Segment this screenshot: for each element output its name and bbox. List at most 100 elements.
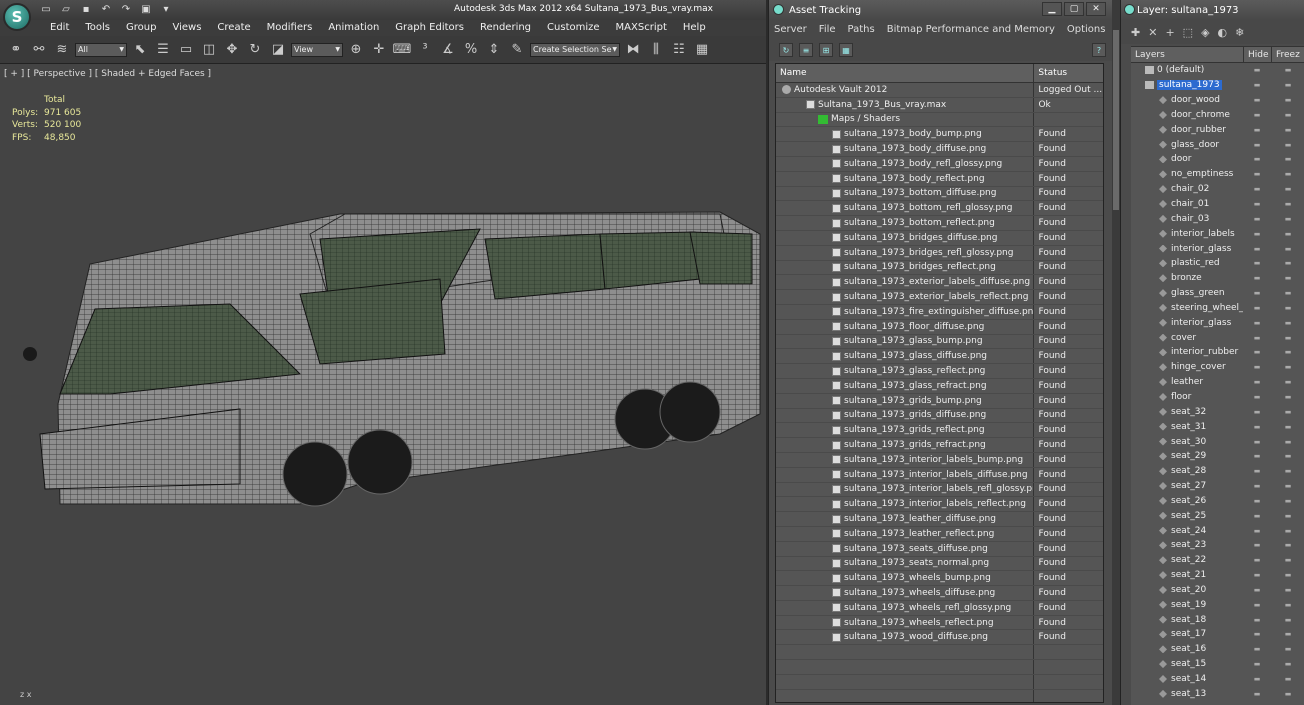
object-row[interactable]: interior_rubber ▬ ▬ — [1131, 345, 1304, 360]
asset-row[interactable]: sultana_1973_grids_bump.png Found — [776, 393, 1103, 409]
freeze-toggle[interactable]: ▬ — [1271, 286, 1304, 301]
object-row[interactable]: seat_29 ▬ ▬ — [1131, 449, 1304, 464]
freeze-toggle[interactable]: ▬ — [1271, 256, 1304, 271]
menu-options[interactable]: Options — [1067, 24, 1106, 35]
pivot-center-icon[interactable]: ⊕ — [346, 40, 366, 60]
hide-toggle[interactable]: ▬ — [1243, 434, 1271, 449]
window-crossing-icon[interactable]: ◫ — [199, 40, 219, 60]
hide-toggle[interactable]: ▬ — [1243, 642, 1271, 657]
asset-row[interactable] — [776, 660, 1103, 675]
freeze-toggle[interactable]: ▬ — [1271, 122, 1304, 137]
redo-icon[interactable]: ↷ — [118, 2, 134, 17]
freeze-toggle[interactable]: ▬ — [1271, 657, 1304, 672]
asset-row[interactable] — [776, 645, 1103, 661]
freeze-toggle[interactable]: ▬ — [1271, 419, 1304, 434]
menu-edit[interactable]: Edit — [42, 20, 77, 36]
object-row[interactable]: seat_20 ▬ ▬ — [1131, 583, 1304, 598]
asset-row[interactable] — [776, 674, 1103, 690]
freeze-toggle[interactable]: ▬ — [1271, 301, 1304, 316]
asset-row[interactable]: sultana_1973_glass_diffuse.png Found — [776, 349, 1103, 365]
asset-row[interactable]: sultana_1973_grids_diffuse.png Found — [776, 408, 1103, 424]
layer-manager-icon[interactable]: ☷ — [669, 40, 689, 60]
object-row[interactable]: interior_glass ▬ ▬ — [1131, 241, 1304, 256]
object-row[interactable]: interior_labels ▬ ▬ — [1131, 226, 1304, 241]
hide-toggle[interactable]: ▬ — [1243, 686, 1271, 701]
object-row[interactable]: seat_28 ▬ ▬ — [1131, 464, 1304, 479]
object-row[interactable]: cover ▬ ▬ — [1131, 330, 1304, 345]
hide-toggle[interactable]: ▬ — [1243, 345, 1271, 360]
hide-toggle[interactable]: ▬ — [1243, 63, 1271, 78]
layer-row[interactable]: sultana_1973 ▬ ▬ — [1131, 78, 1304, 93]
spinner-snap-icon[interactable]: ⇕ — [484, 40, 504, 60]
refresh-icon[interactable]: ↻ — [779, 43, 793, 57]
object-row[interactable]: seat_16 ▬ ▬ — [1131, 642, 1304, 657]
rotate-icon[interactable]: ↻ — [245, 40, 265, 60]
object-row[interactable]: bronze ▬ ▬ — [1131, 271, 1304, 286]
object-row[interactable]: no_emptiness ▬ ▬ — [1131, 167, 1304, 182]
freeze-toggle[interactable]: ▬ — [1271, 642, 1304, 657]
object-row[interactable]: seat_31 ▬ ▬ — [1131, 419, 1304, 434]
menu-group[interactable]: Group — [118, 20, 164, 36]
freeze-toggle[interactable]: ▬ — [1271, 538, 1304, 553]
freeze-toggle[interactable]: ▬ — [1271, 449, 1304, 464]
mirror-icon[interactable]: ⧓ — [623, 40, 643, 60]
hide-toggle[interactable]: ▬ — [1243, 479, 1271, 494]
save-icon[interactable]: ▪ — [78, 2, 94, 17]
hide-toggle[interactable]: ▬ — [1243, 568, 1271, 583]
object-row[interactable]: hinge_cover ▬ ▬ — [1131, 360, 1304, 375]
asset-row[interactable]: sultana_1973_bridges_diffuse.png Found — [776, 230, 1103, 246]
object-row[interactable]: chair_03 ▬ ▬ — [1131, 211, 1304, 226]
object-row[interactable]: seat_26 ▬ ▬ — [1131, 493, 1304, 508]
freeze-toggle[interactable]: ▬ — [1271, 434, 1304, 449]
hide-toggle[interactable]: ▬ — [1243, 657, 1271, 672]
freeze-toggle[interactable]: ▬ — [1271, 211, 1304, 226]
asset-row[interactable]: Maps / Shaders — [776, 112, 1103, 128]
asset-row[interactable]: sultana_1973_floor_diffuse.png Found — [776, 319, 1103, 335]
asset-row[interactable]: sultana_1973_wheels_bump.png Found — [776, 571, 1103, 587]
highlight-layer-icon[interactable]: ◈ — [1201, 26, 1209, 39]
freeze-toggle[interactable]: ▬ — [1271, 182, 1304, 197]
asset-row[interactable]: sultana_1973_leather_diffuse.png Found — [776, 512, 1103, 527]
asset-row[interactable]: sultana_1973_glass_refract.png Found — [776, 378, 1103, 394]
hide-toggle[interactable]: ▬ — [1243, 404, 1271, 419]
app-logo-button[interactable]: S — [3, 3, 31, 31]
hide-toggle[interactable]: ▬ — [1243, 108, 1271, 123]
scrollbar-thumb[interactable] — [1113, 30, 1119, 210]
asset-row[interactable]: sultana_1973_glass_reflect.png Found — [776, 364, 1103, 379]
hide-toggle[interactable]: ▬ — [1243, 390, 1271, 405]
freeze-toggle[interactable]: ▬ — [1271, 108, 1304, 123]
asset-row[interactable]: sultana_1973_bottom_diffuse.png Found — [776, 186, 1103, 202]
asset-row[interactable]: Autodesk Vault 2012 Logged Out ... — [776, 83, 1103, 98]
delete-layer-icon[interactable]: ✕ — [1148, 26, 1157, 39]
object-row[interactable]: floor ▬ ▬ — [1131, 390, 1304, 405]
column-name[interactable]: Name — [776, 64, 1035, 82]
asset-row[interactable]: sultana_1973_interior_labels_reflect.png… — [776, 497, 1103, 513]
object-row[interactable]: seat_21 ▬ ▬ — [1131, 568, 1304, 583]
freeze-toggle[interactable]: ▬ — [1271, 78, 1304, 93]
menu-rendering[interactable]: Rendering — [472, 20, 539, 36]
asset-row[interactable]: sultana_1973_grids_reflect.png Found — [776, 423, 1103, 439]
maximize-icon[interactable]: ▢ — [1064, 2, 1084, 16]
object-row[interactable]: seat_25 ▬ ▬ — [1131, 508, 1304, 523]
hide-toggle[interactable]: ▬ — [1243, 627, 1271, 642]
menu-bitmap-performance[interactable]: Bitmap Performance and Memory — [887, 24, 1055, 35]
open-file-icon[interactable]: ▱ — [58, 2, 74, 17]
freeze-toggle[interactable]: ▬ — [1271, 271, 1304, 286]
object-row[interactable]: chair_01 ▬ ▬ — [1131, 197, 1304, 212]
object-row[interactable]: seat_30 ▬ ▬ — [1131, 434, 1304, 449]
hide-toggle[interactable]: ▬ — [1243, 226, 1271, 241]
object-row[interactable]: seat_22 ▬ ▬ — [1131, 553, 1304, 568]
object-row[interactable]: glass_door ▬ ▬ — [1131, 137, 1304, 152]
menu-graph-editors[interactable]: Graph Editors — [387, 20, 472, 36]
asset-row[interactable]: sultana_1973_wheels_reflect.png Found — [776, 615, 1103, 631]
hide-toggle[interactable]: ▬ — [1243, 301, 1271, 316]
select-object-icon[interactable]: ⬉ — [130, 40, 150, 60]
freeze-toggle[interactable]: ▬ — [1271, 612, 1304, 627]
hide-toggle[interactable]: ▬ — [1243, 612, 1271, 627]
asset-row[interactable]: sultana_1973_fire_extinguisher_diffuse.p… — [776, 304, 1103, 320]
object-row[interactable]: seat_24 ▬ ▬ — [1131, 523, 1304, 538]
named-selection-set-select[interactable]: Create Selection Se ▼ — [530, 42, 620, 57]
menu-animation[interactable]: Animation — [320, 20, 387, 36]
freeze-toggle[interactable]: ▬ — [1271, 672, 1304, 687]
object-row[interactable]: chair_02 ▬ ▬ — [1131, 182, 1304, 197]
